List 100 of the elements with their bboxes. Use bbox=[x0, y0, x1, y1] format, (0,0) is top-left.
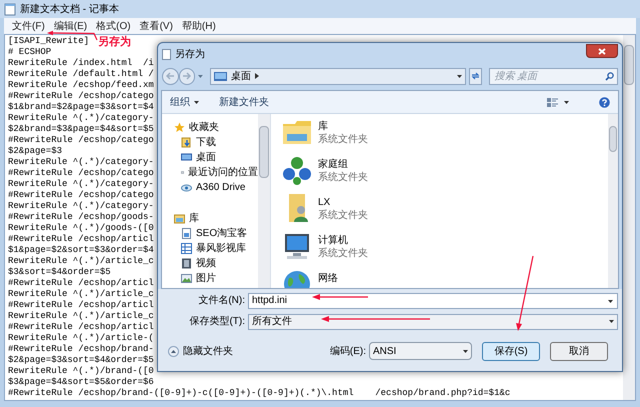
hide-folders-button[interactable]: 隐藏文件夹 bbox=[168, 344, 233, 358]
help-icon bbox=[599, 96, 610, 108]
caret-icon bbox=[456, 74, 462, 78]
text-line: $3&sort=$4&order=$5 bbox=[8, 267, 111, 278]
scrollbar[interactable] bbox=[623, 35, 635, 400]
dialog-title: 另存为 bbox=[175, 48, 205, 62]
nav-item[interactable]: SEO淘宝客 bbox=[162, 226, 258, 241]
text-line: RewriteRule ^(.*)/category- bbox=[8, 157, 154, 168]
nav-item[interactable]: A360 Drive bbox=[162, 180, 258, 195]
text-line: $1&brand=$2&page=$3&sort=$4 bbox=[8, 102, 154, 113]
text-line: $1&page=$2&sort=$3&order=$4 bbox=[8, 245, 154, 256]
search-field[interactable]: 搜索 桌面 bbox=[489, 68, 618, 84]
window-title: 新建文本文档 - 记事本 bbox=[20, 2, 119, 16]
nav-item[interactable]: 暴风影视库 bbox=[162, 241, 258, 256]
download-folder-icon bbox=[181, 137, 192, 148]
caret-icon bbox=[564, 100, 569, 104]
cloud-drive-icon bbox=[181, 182, 192, 193]
film-icon bbox=[181, 258, 192, 269]
text-line: #RewriteRule /ecshop/brand-([0-9]+)-c([0-9]+)-([0-9]+)(.*)\.html /ecshop/brand.php?id=$1&c bbox=[8, 388, 510, 399]
nav-item[interactable]: 最近访问的位置 bbox=[162, 165, 258, 180]
menu-item[interactable]: 格式(O) bbox=[96, 18, 131, 34]
help-button[interactable] bbox=[599, 96, 610, 108]
new-folder-button[interactable]: 新建文件夹 bbox=[219, 94, 269, 110]
collapse-icon bbox=[168, 346, 179, 356]
view-icon bbox=[547, 98, 558, 106]
address-bar[interactable]: 桌面 bbox=[210, 68, 466, 84]
text-line: RewriteRule ^(.*)/article_c bbox=[8, 311, 154, 322]
text-line: #RewriteRule /ecshop/articl bbox=[8, 234, 154, 245]
menu-item[interactable]: 查看(V) bbox=[140, 18, 173, 34]
text-line: [ISAPI_Rewrite] bbox=[8, 36, 90, 47]
file-type-dropdown[interactable]: 所有文件 bbox=[248, 314, 618, 330]
encoding-dropdown[interactable]: ANSI bbox=[369, 342, 472, 360]
annotation-arrow bbox=[312, 294, 368, 300]
field-label: 保存类型(T): bbox=[188, 314, 246, 329]
desktop-icon bbox=[181, 152, 192, 163]
file-item[interactable]: 家庭组 系统文件夹 bbox=[281, 154, 608, 192]
back-button[interactable] bbox=[162, 68, 179, 84]
refresh-icon bbox=[470, 72, 480, 80]
text-line: #RewriteRule /ecshop/catego bbox=[8, 190, 154, 201]
item-type: 系统文件夹 bbox=[318, 171, 368, 184]
nav-item[interactable]: 图片 bbox=[162, 271, 258, 286]
back-arrow-icon bbox=[166, 72, 175, 80]
file-item[interactable]: LX 系统文件夹 bbox=[281, 192, 608, 230]
nav-item[interactable]: 库 bbox=[162, 211, 258, 226]
search-icon bbox=[605, 72, 614, 80]
text-line: RewriteRule ^(.*)/category- bbox=[8, 113, 154, 124]
text-line: $2&page=$3&sort=$4&order=$5 bbox=[8, 355, 154, 366]
close-button[interactable] bbox=[586, 44, 618, 58]
text-line: $2&page=$3 bbox=[8, 146, 62, 157]
scrollbar[interactable] bbox=[608, 114, 618, 288]
nav-item[interactable]: 收藏夹 bbox=[162, 120, 258, 135]
menu-item[interactable]: 文件(F) bbox=[12, 18, 45, 34]
caret-icon bbox=[194, 100, 199, 104]
text-line: $3&page=$4&sort=$5&order=$6 bbox=[8, 377, 154, 388]
refresh-button[interactable] bbox=[468, 68, 482, 84]
desktop-icon bbox=[214, 72, 227, 80]
text-line: RewriteRule /default.html / bbox=[8, 69, 154, 80]
menu-item[interactable]: 编辑(E) bbox=[54, 18, 88, 34]
text-line: #RewriteRule /ecshop/catego bbox=[8, 168, 154, 179]
annotation-label: 另存为 bbox=[98, 36, 131, 48]
save-button[interactable]: 保存(S) bbox=[482, 342, 540, 360]
item-type: 系统文件夹 bbox=[318, 209, 368, 222]
picture-icon bbox=[181, 273, 192, 284]
text-line: # ECSHOP bbox=[8, 47, 52, 58]
item-type: 系统文件夹 bbox=[318, 247, 368, 260]
forward-button[interactable] bbox=[178, 68, 196, 84]
text-line: #RewriteRule /ecshop/brand- bbox=[8, 344, 154, 355]
text-line: RewriteRule ^(.*)/goods-([0 bbox=[8, 223, 154, 234]
star-icon bbox=[174, 122, 185, 133]
caret-icon bbox=[608, 300, 613, 302]
text-line: RewriteRule ^(.*)/category- bbox=[8, 201, 154, 212]
file-item[interactable]: 计算机 系统文件夹 bbox=[281, 230, 608, 268]
scrollbar[interactable] bbox=[258, 114, 270, 288]
caret-icon bbox=[609, 320, 614, 323]
nav-item[interactable]: 桌面 bbox=[162, 150, 258, 165]
filename-field[interactable]: httpd.ini bbox=[248, 292, 618, 308]
chevron-icon bbox=[254, 73, 259, 79]
caret-icon bbox=[463, 350, 468, 352]
view-button[interactable] bbox=[547, 98, 569, 106]
text-line: #RewriteRule /ecshop/articl bbox=[8, 322, 154, 333]
text-line: RewriteRule ^(.*)/article_c bbox=[8, 289, 154, 300]
text-line: RewriteRule ^(.*)/category- bbox=[8, 179, 154, 190]
homegroup-icon bbox=[281, 154, 313, 186]
organize-button[interactable]: 组织 bbox=[170, 94, 199, 110]
cancel-button[interactable]: 取消 bbox=[550, 342, 608, 360]
text-line: #RewriteRule /ecshop/goods- bbox=[8, 212, 154, 223]
caret-icon bbox=[198, 74, 203, 78]
file-item[interactable]: 库 系统文件夹 bbox=[281, 116, 608, 154]
text-line: RewriteRule ^(.*)/article-( bbox=[8, 333, 154, 344]
notepad-icon bbox=[4, 2, 16, 16]
text-line: #RewriteRule /ecshop/articl bbox=[8, 278, 154, 289]
nav-item[interactable]: 下载 bbox=[162, 135, 258, 150]
text-line: RewriteRule ^(.*)/article_c bbox=[8, 256, 154, 267]
text-line: #RewriteRule /ecshop/catego bbox=[8, 91, 154, 102]
grid-icon bbox=[181, 243, 192, 254]
text-line: #RewriteRule /ecshop/catego bbox=[8, 135, 154, 146]
nav-item[interactable]: 视频 bbox=[162, 256, 258, 271]
menu-item[interactable]: 帮助(H) bbox=[182, 18, 216, 34]
field-label: 文件名(N): bbox=[197, 294, 246, 308]
forward-arrow-icon bbox=[182, 72, 192, 80]
